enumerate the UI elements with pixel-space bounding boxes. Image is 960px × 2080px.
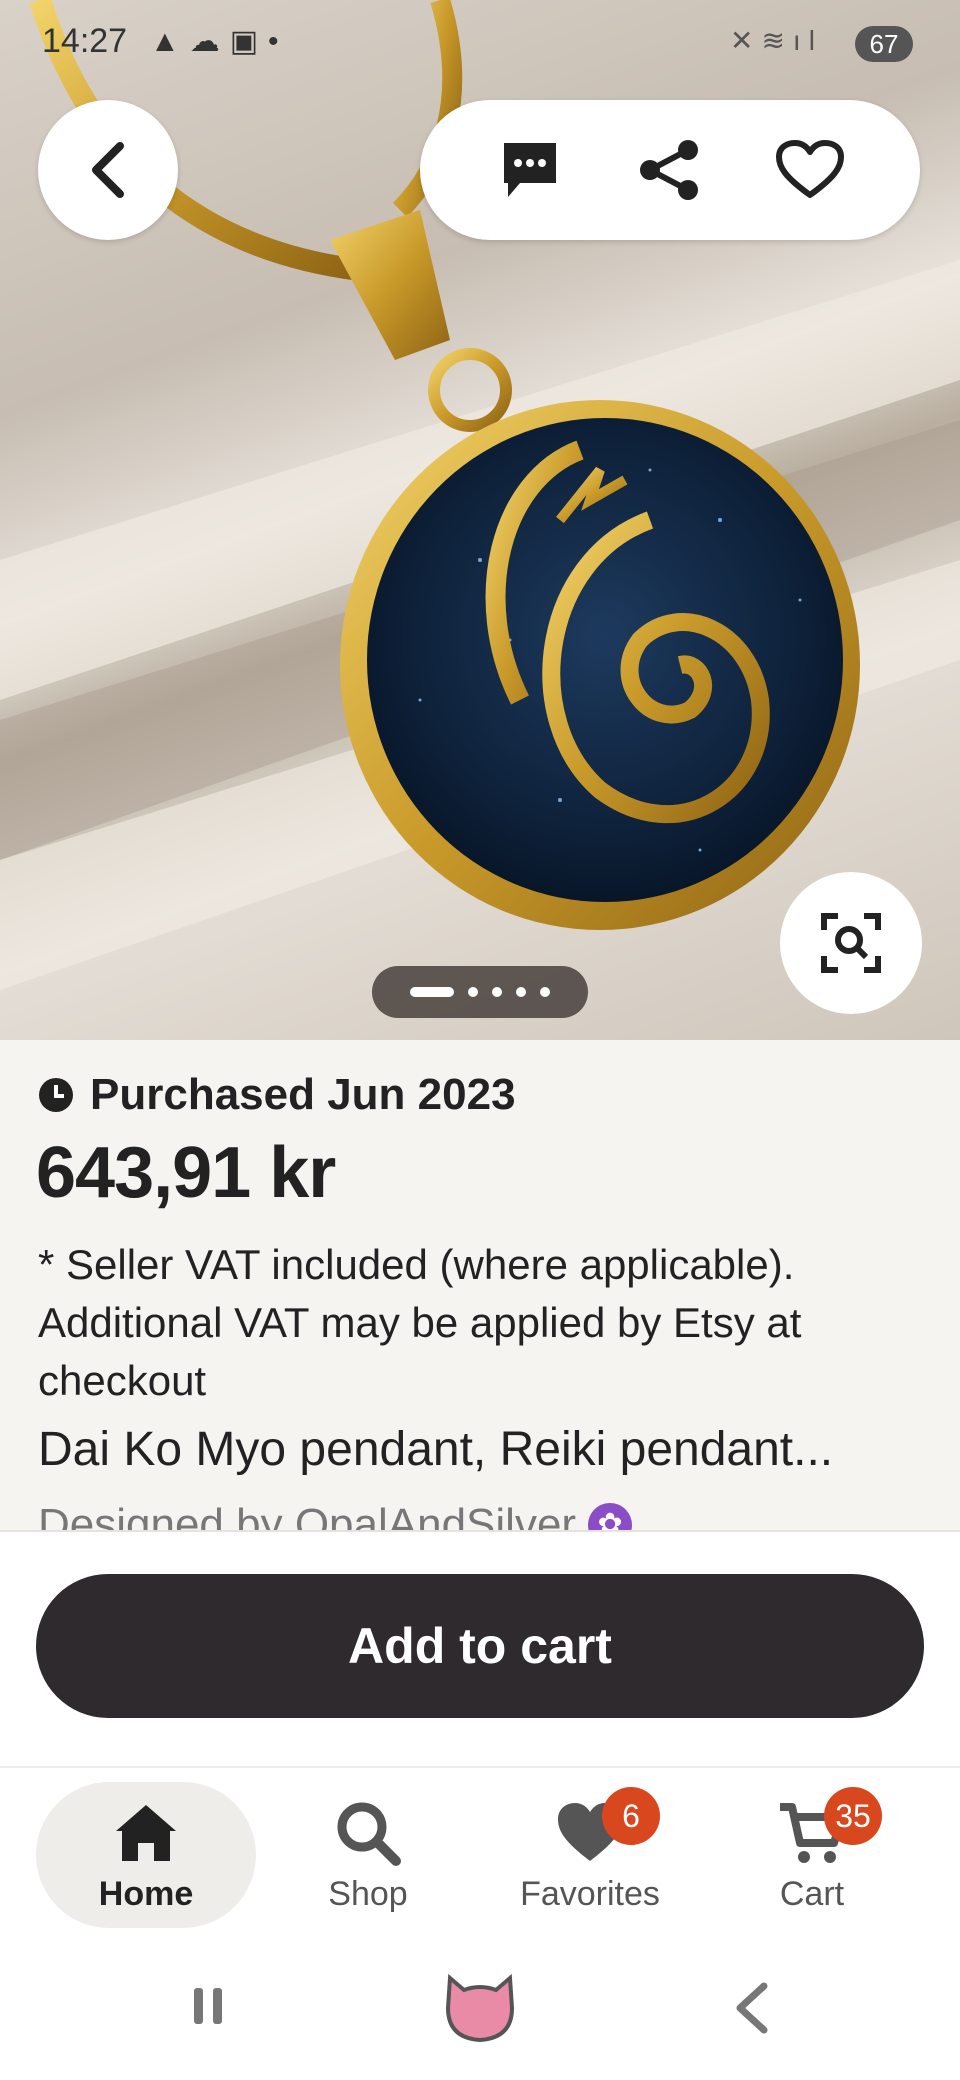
back-icon	[92, 142, 124, 198]
zoom-icon	[821, 913, 881, 973]
notification-icons: ▲☁▣•	[150, 25, 289, 58]
battery-indicator: 67	[855, 26, 913, 62]
share-button[interactable]	[630, 130, 710, 210]
star-seller-icon: ✿	[588, 1503, 633, 1530]
favorites-badge: 6	[602, 1786, 660, 1845]
pager-dot-active	[410, 987, 454, 997]
nav-cart-label: Cart	[779, 1874, 845, 1913]
nav-home[interactable]: Home	[36, 1782, 256, 1928]
designed-by[interactable]: Designed by OpalAndSilver ✿	[38, 1500, 633, 1530]
system-navigation-bar	[0, 1936, 960, 2080]
listing-price: 643,91 kr	[36, 1133, 336, 1213]
listing-title[interactable]: Dai Ko Myo pendant, Reiki pendant...	[38, 1422, 938, 1477]
share-icon	[640, 140, 698, 200]
status-time: 14:27	[42, 22, 128, 60]
cart-bar: Add to cart	[0, 1530, 960, 1766]
system-back-icon[interactable]	[732, 1982, 772, 2034]
pager-dot	[516, 987, 526, 997]
search-icon	[337, 1802, 401, 1866]
listing-details: Purchased Jun 2023 643,91 kr * Seller VA…	[0, 1040, 960, 1530]
nav-cart[interactable]: 35 Cart	[702, 1782, 922, 1928]
vat-note: * Seller VAT included (where applicable)…	[38, 1241, 802, 1404]
message-icon	[504, 143, 556, 197]
bottom-navigation: Home Shop 6 Favorites 35 Cart	[0, 1766, 960, 1936]
status-bar: 14:27 ▲☁▣• ✕≋ıl 67	[0, 0, 960, 90]
favorites-icon-wrap: 6	[554, 1786, 660, 1869]
product-image-gallery[interactable]: 14:27 ▲☁▣• ✕≋ıl 67	[0, 0, 960, 1040]
image-pager[interactable]	[372, 966, 588, 1018]
pager-dot	[540, 987, 550, 997]
add-to-cart-button[interactable]: Add to cart	[36, 1574, 924, 1718]
clock-icon	[39, 1078, 73, 1112]
pager-dot	[468, 987, 478, 997]
nav-shop[interactable]: Shop	[258, 1782, 478, 1928]
pager-dot	[492, 987, 502, 997]
nav-shop-label: Shop	[328, 1874, 408, 1913]
recent-apps-icon[interactable]	[192, 1986, 224, 2026]
purchase-info: Purchased Jun 2023	[38, 1070, 516, 1120]
nav-home-label: Home	[98, 1874, 194, 1913]
nav-favorites-label: Favorites	[520, 1874, 660, 1913]
home-button-icon[interactable]	[440, 1972, 520, 2044]
listing-actions	[420, 100, 920, 240]
nav-favorites[interactable]: 6 Favorites	[480, 1782, 700, 1928]
purchased-date: Purchased Jun 2023	[90, 1070, 516, 1119]
home-icon	[116, 1804, 176, 1861]
heart-icon	[776, 140, 844, 198]
message-seller-button[interactable]	[490, 130, 570, 210]
back-button[interactable]	[38, 100, 178, 240]
signal-icons: ✕≋ıl	[730, 25, 823, 56]
cart-icon-wrap: 35	[776, 1786, 882, 1869]
favorite-button[interactable]	[770, 130, 850, 210]
zoom-image-button[interactable]	[780, 872, 922, 1014]
designed-by-text: Designed by OpalAndSilver	[38, 1500, 577, 1530]
cart-badge: 35	[824, 1786, 882, 1845]
